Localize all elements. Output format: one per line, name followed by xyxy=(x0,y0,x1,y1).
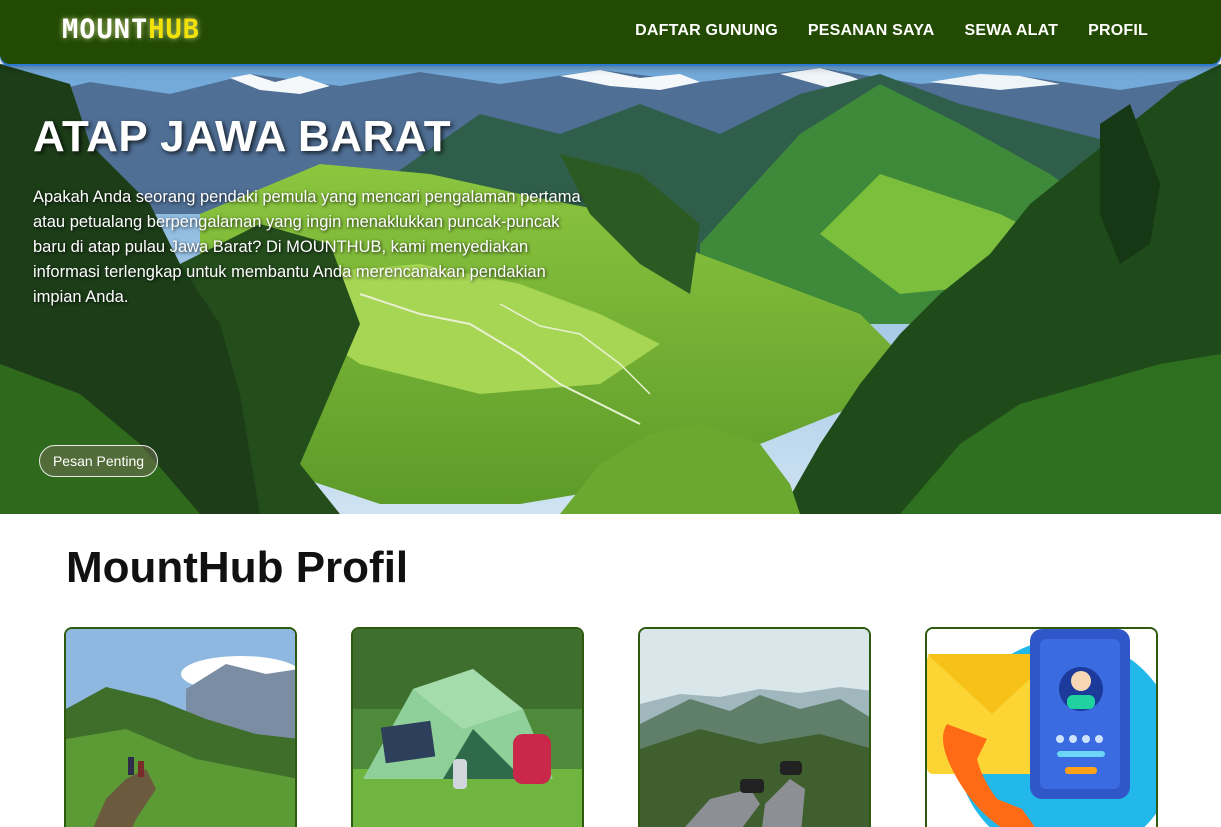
camping-tent-with-backpack-image xyxy=(353,629,582,827)
hero-description: Apakah Anda seorang pendaki pemula yang … xyxy=(33,188,581,306)
profile-card-hiking[interactable] xyxy=(64,627,297,827)
hero-banner: ATAP JAWA BARAT Apakah Anda seorang pend… xyxy=(0,64,1221,514)
nav-link-pesanan-saya[interactable]: PESANAN SAYA xyxy=(808,22,935,40)
nav-link-daftar-gunung[interactable]: DAFTAR GUNUNG xyxy=(635,22,778,40)
hero-title: ATAP JAWA BARAT xyxy=(33,112,452,161)
legs-over-mountain-view-image xyxy=(640,629,869,827)
main-nav: DAFTAR GUNUNG PESANAN SAYA SEWA ALAT PRO… xyxy=(635,22,1148,40)
profile-card-camping[interactable] xyxy=(351,627,584,827)
profile-section-title: MountHub Profil xyxy=(66,543,409,592)
brand-logo-part2: HUB xyxy=(148,14,201,45)
contact-phone-mail-icon xyxy=(927,629,1156,827)
profile-card-summit-view[interactable] xyxy=(638,627,871,827)
pesan-penting-button[interactable]: Pesan Penting xyxy=(39,445,158,477)
top-navbar: MOUNTHUB DAFTAR GUNUNG PESANAN SAYA SEWA… xyxy=(0,0,1221,64)
hikers-on-mountain-trail-image xyxy=(66,629,295,827)
nav-link-profil[interactable]: PROFIL xyxy=(1088,22,1148,40)
brand-logo-part1: MOUNT xyxy=(62,14,149,45)
nav-link-sewa-alat[interactable]: SEWA ALAT xyxy=(964,22,1058,40)
profile-card-contact[interactable] xyxy=(925,627,1158,827)
brand-logo[interactable]: MOUNTHUB xyxy=(62,14,200,45)
